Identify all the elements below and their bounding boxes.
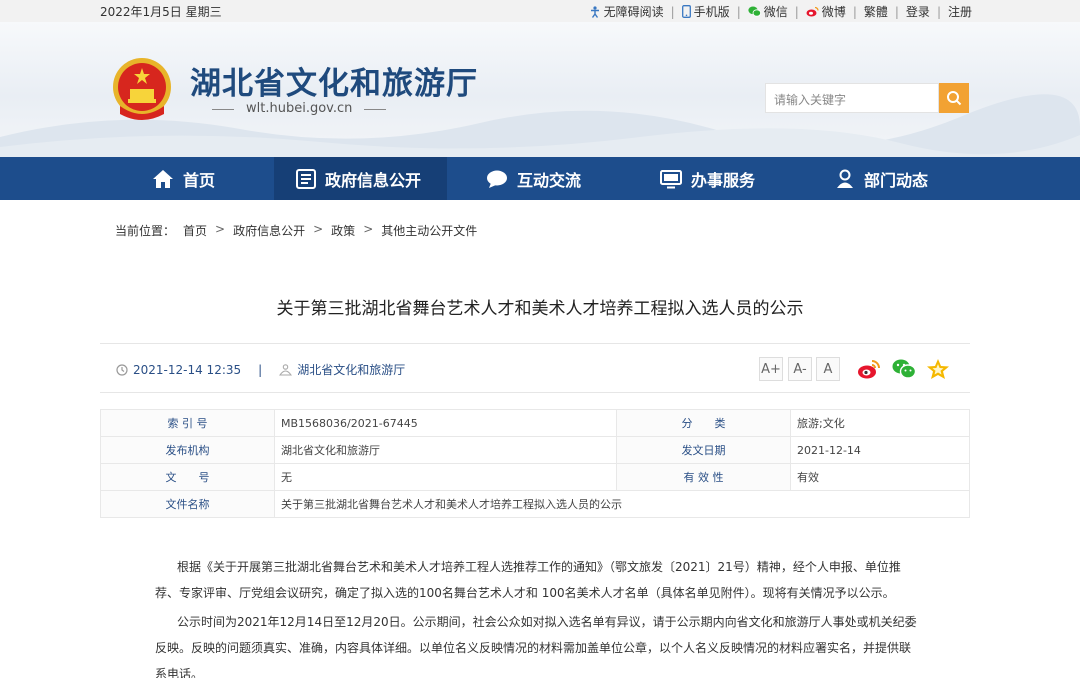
breadcrumb-prefix: 当前位置： — [115, 224, 176, 238]
chat-icon — [487, 170, 507, 188]
breadcrumb-item-gov-info[interactable]: 政府信息公开 — [233, 222, 305, 239]
nav-item-gov-info[interactable]: 政府信息公开 — [274, 157, 447, 200]
table-row: 文 号 无 有 效 性 有效 — [100, 463, 970, 491]
validity-value: 有效 — [790, 463, 970, 491]
nav-item-department-news[interactable]: 部门动态 — [835, 157, 945, 200]
document-icon — [296, 168, 316, 189]
article-meta: 2021-12-14 12:35 | 湖北省文化和旅游厅 A+ A- A — [100, 343, 970, 393]
meta-divider: | — [258, 362, 263, 377]
weibo-share-icon[interactable] — [857, 358, 881, 380]
site-header: 湖北省文化和旅游厅 wlt.hubei.gov.cn 请输入关键字 — [0, 22, 1080, 157]
table-row: 发布机构 湖北省文化和旅游厅 发文日期 2021-12-14 — [100, 436, 970, 464]
publish-source: 湖北省文化和旅游厅 — [297, 363, 406, 377]
issuing-agency-value: 湖北省文化和旅游厅 — [274, 436, 617, 464]
breadcrumb-item-other-docs[interactable]: 其他主动公开文件 — [381, 222, 477, 239]
table-row: 文件名称 关于第三批湖北省舞台艺术人才和美术人才培养工程拟入选人员的公示 — [100, 490, 970, 518]
nav-item-interaction[interactable]: 互动交流 — [486, 157, 596, 200]
search-button[interactable] — [939, 83, 969, 113]
issuing-agency-label: 发布机构 — [100, 436, 275, 464]
person-icon — [837, 169, 853, 188]
issue-date-label: 发文日期 — [616, 436, 791, 464]
table-row: 索 引 号 MB1568036/2021-67445 分 类 旅游;文化 — [100, 409, 970, 437]
breadcrumb-separator: > — [215, 222, 226, 236]
publish-datetime: 2021-12-14 12:35 — [133, 362, 242, 377]
nav-item-services[interactable]: 办事服务 — [660, 157, 770, 200]
issue-date-value: 2021-12-14 — [790, 436, 970, 464]
body-paragraph-1: 根据《关于开展第三批湖北省舞台艺术和美术人才培养工程人选推荐工作的通知》（鄂文旅… — [155, 560, 901, 600]
national-emblem-logo[interactable] — [110, 56, 174, 122]
accessibility-label: 无障碍阅读 — [603, 5, 664, 19]
traditional-chinese-link[interactable]: 繁體 — [864, 3, 888, 20]
weibo-label: 微博 — [821, 5, 846, 19]
favorite-star-icon[interactable] — [926, 358, 950, 380]
body-paragraph-2: 公示时间为2021年12月14日至12月20日。公示期间，社会公众如对拟入选名单… — [155, 615, 917, 678]
site-url: wlt.hubei.gov.cn — [212, 101, 387, 116]
accessibility-link[interactable]: 无障碍阅读 — [589, 3, 664, 20]
publish-info: 2021-12-14 12:35 | 湖北省文化和旅游厅 — [116, 361, 405, 378]
monitor-icon — [660, 169, 682, 188]
site-url-text: wlt.hubei.gov.cn — [246, 101, 353, 116]
document-name-value: 关于第三批湖北省舞台艺术人才和美术人才培养工程拟入选人员的公示 — [274, 490, 970, 518]
login-link[interactable]: 登录 — [906, 3, 930, 20]
top-links: 无障碍阅读 | 手机版 | 微信 | 微博 | 繁體 | 登录 | 注册 — [589, 3, 972, 20]
clock-icon — [116, 363, 128, 376]
nav-label-gov-info: 政府信息公开 — [325, 170, 422, 190]
current-date: 2022年1月5日 星期三 — [100, 5, 222, 19]
font-increase-button[interactable]: A+ — [759, 357, 783, 381]
category-value: 旅游;文化 — [790, 409, 970, 437]
category-label: 分 类 — [616, 409, 791, 437]
nav-label-department-news: 部门动态 — [864, 170, 929, 190]
validity-label: 有 效 性 — [616, 463, 791, 491]
breadcrumb-separator: > — [313, 222, 324, 236]
document-info-table: 索 引 号 MB1568036/2021-67445 分 类 旅游;文化 发布机… — [100, 409, 970, 518]
breadcrumb-separator: > — [363, 222, 374, 236]
mobile-icon — [681, 5, 691, 18]
mobile-link[interactable]: 手机版 — [681, 3, 730, 20]
font-default-button[interactable]: A — [816, 357, 840, 381]
register-link[interactable]: 注册 — [948, 3, 972, 20]
wechat-label: 微信 — [763, 5, 788, 19]
organization-icon — [279, 363, 293, 376]
breadcrumb-item-home[interactable]: 首页 — [183, 222, 207, 239]
breadcrumb-item-policy[interactable]: 政策 — [331, 222, 355, 239]
search-icon — [947, 91, 962, 106]
nav-item-home[interactable]: 首页 — [152, 157, 242, 200]
nav-label-home: 首页 — [183, 170, 216, 190]
search-input[interactable]: 请输入关键字 — [765, 83, 939, 113]
nav-label-services: 办事服务 — [691, 170, 756, 190]
breadcrumb: 当前位置： 首页 > 政府信息公开 > 政策 > 其他主动公开文件 — [115, 222, 477, 239]
wechat-link[interactable]: 微信 — [748, 3, 788, 20]
index-number-value: MB1568036/2021-67445 — [274, 409, 617, 437]
font-decrease-button[interactable]: A- — [788, 357, 812, 381]
nav-label-interaction: 互动交流 — [517, 170, 582, 190]
document-number-value: 无 — [274, 463, 617, 491]
accessibility-icon — [590, 5, 599, 18]
wechat-share-icon[interactable] — [892, 358, 916, 380]
index-number-label: 索 引 号 — [100, 409, 275, 437]
wechat-icon — [748, 6, 761, 17]
top-bar: 2022年1月5日 星期三 无障碍阅读 | 手机版 | 微信 | 微博 | 繁體… — [0, 0, 1080, 22]
weibo-icon — [806, 6, 819, 17]
mobile-label: 手机版 — [693, 5, 730, 19]
weibo-link[interactable]: 微博 — [806, 3, 846, 20]
main-nav: 首页 政府信息公开 互动交流 办事服务 部门动态 — [0, 157, 1080, 200]
home-icon — [153, 169, 173, 188]
site-title[interactable]: 湖北省文化和旅游厅 — [190, 58, 478, 103]
document-number-label: 文 号 — [100, 463, 275, 491]
document-name-label: 文件名称 — [100, 490, 275, 518]
page-title: 关于第三批湖北省舞台艺术人才和美术人才培养工程拟入选人员的公示 — [276, 299, 804, 319]
